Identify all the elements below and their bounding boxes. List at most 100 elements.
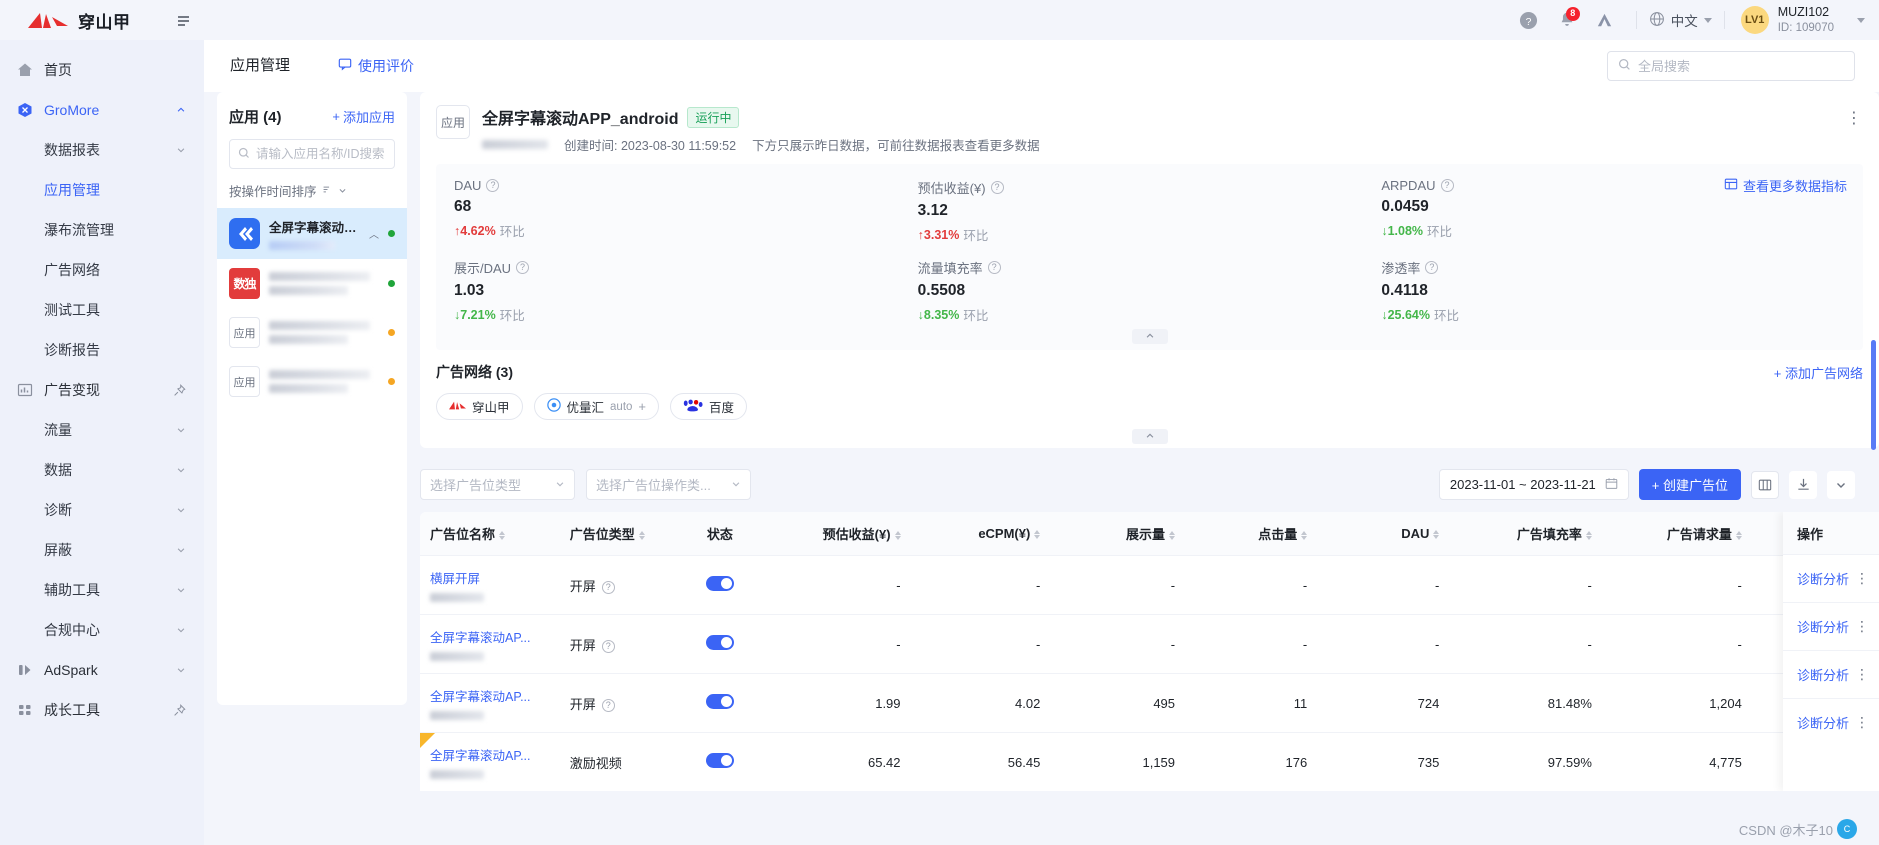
- help-circle-icon[interactable]: ?: [1425, 261, 1439, 274]
- brand-logo[interactable]: 穿山甲: [0, 8, 131, 33]
- table-row[interactable]: 全屏字幕滚动AP... 开屏? - - - - - - -: [420, 614, 1879, 674]
- create-ad-slot-button[interactable]: + 创建广告位: [1638, 469, 1741, 500]
- sidebar-item-14[interactable]: 合规中心: [0, 610, 204, 650]
- column-header[interactable]: 广告填充率: [1449, 512, 1602, 556]
- status-toggle[interactable]: [705, 576, 734, 591]
- sidebar-item-12[interactable]: 屏蔽: [0, 530, 204, 570]
- sidebar-item-0[interactable]: 首页: [0, 50, 204, 90]
- download-icon[interactable]: [1789, 470, 1817, 499]
- bell-icon[interactable]: 8: [1548, 0, 1586, 40]
- ad-network-chip[interactable]: 优量汇 auto +: [533, 393, 660, 420]
- network-collapse-toggle[interactable]: [436, 428, 1863, 448]
- columns-settings-icon[interactable]: [1751, 470, 1779, 499]
- slot-type-select[interactable]: 选择广告位类型: [420, 469, 575, 500]
- app-search-box[interactable]: [229, 139, 395, 169]
- tab-usage-review[interactable]: 使用评价: [328, 40, 424, 92]
- sidebar-item-2[interactable]: 数据报表: [0, 130, 204, 170]
- app-list-item[interactable]: 数独: [217, 259, 407, 308]
- column-header[interactable]: 展示量: [1050, 512, 1186, 556]
- column-header[interactable]: eCPM(¥): [910, 512, 1051, 556]
- column-header[interactable]: 广告位名称: [420, 512, 560, 556]
- global-search[interactable]: [1607, 51, 1855, 81]
- column-header[interactable]: 预估收益(¥): [768, 512, 911, 556]
- sidebar-item-5[interactable]: 广告网络: [0, 250, 204, 290]
- sort-toggle-icon[interactable]: [1433, 530, 1440, 540]
- app-search-input[interactable]: [256, 147, 386, 161]
- more-vertical-icon[interactable]: ⋮: [1855, 666, 1870, 683]
- slot-operation-select[interactable]: 选择广告位操作类...: [586, 469, 751, 500]
- sidebar-item-3[interactable]: 应用管理: [0, 170, 204, 210]
- adspark-triangle-icon[interactable]: [1586, 0, 1624, 40]
- add-app-button[interactable]: + 添加应用: [332, 107, 395, 126]
- sidebar-item-15[interactable]: AdSpark: [0, 650, 204, 690]
- column-header[interactable]: 点击量: [1185, 512, 1318, 556]
- sort-toggle-icon[interactable]: [1735, 531, 1742, 541]
- diagnose-link[interactable]: 诊断分析: [1797, 713, 1849, 732]
- ad-network-chip[interactable]: 穿山甲: [436, 393, 523, 420]
- chevron-down-icon[interactable]: [1827, 470, 1855, 499]
- help-circle-icon[interactable]: ?: [601, 698, 615, 712]
- plus-icon[interactable]: +: [638, 399, 646, 414]
- pin-icon[interactable]: [173, 703, 186, 717]
- tab-app-management[interactable]: 应用管理: [220, 40, 300, 92]
- sidebar-item-4[interactable]: 瀑布流管理: [0, 210, 204, 250]
- user-menu[interactable]: LV1 MUZI102 ID: 109070: [1737, 5, 1865, 35]
- sidebar-item-6[interactable]: 测试工具: [0, 290, 204, 330]
- help-circle-icon[interactable]: ?: [990, 181, 1004, 194]
- column-header[interactable]: DAU: [1317, 512, 1450, 556]
- slot-name-link[interactable]: 全屏字幕滚动AP...: [430, 745, 550, 764]
- ad-network-chip[interactable]: 百度: [670, 393, 748, 420]
- column-header[interactable]: 广告位类型: [559, 512, 672, 556]
- more-vertical-icon[interactable]: ⋮: [1855, 714, 1870, 731]
- app-sort-control[interactable]: 按操作时间排序: [217, 181, 407, 200]
- sort-toggle-icon[interactable]: [499, 531, 506, 541]
- sort-toggle-icon[interactable]: [1585, 531, 1592, 541]
- vertical-scrollbar[interactable]: [1871, 340, 1876, 450]
- slot-name-link[interactable]: 横屏开屏: [430, 568, 550, 587]
- sort-toggle-icon[interactable]: [1034, 530, 1041, 540]
- chevron-up-icon[interactable]: ︿: [369, 226, 379, 241]
- status-toggle[interactable]: [705, 635, 734, 650]
- more-vertical-icon[interactable]: ⋮: [1846, 108, 1863, 128]
- more-vertical-icon[interactable]: ⋮: [1855, 618, 1870, 635]
- help-circle-icon[interactable]: ?: [601, 580, 615, 594]
- more-vertical-icon[interactable]: ⋮: [1855, 570, 1870, 587]
- sidebar-item-9[interactable]: 流量: [0, 410, 204, 450]
- more-metrics-button[interactable]: 查看更多数据指标: [1724, 176, 1847, 195]
- collapse-sidebar-icon[interactable]: [173, 9, 195, 31]
- sidebar-item-16[interactable]: 成长工具: [0, 690, 204, 730]
- status-toggle[interactable]: [705, 694, 734, 709]
- app-list-item[interactable]: 应用: [217, 357, 407, 406]
- metrics-collapse-toggle[interactable]: [470, 328, 1829, 344]
- help-circle-icon[interactable]: ?: [486, 179, 500, 192]
- help-circle-icon[interactable]: ?: [987, 261, 1001, 274]
- sort-toggle-icon[interactable]: [1301, 531, 1308, 541]
- diagnose-link[interactable]: 诊断分析: [1797, 665, 1849, 684]
- sort-toggle-icon[interactable]: [1169, 531, 1176, 541]
- pin-icon[interactable]: [173, 383, 186, 397]
- table-row[interactable]: 全屏字幕滚动AP... 激励视频 65.42 56.45 1,159 176 735 97.5…: [420, 732, 1879, 791]
- search-input[interactable]: [1638, 58, 1844, 74]
- app-list-item[interactable]: 全屏字幕滚动APP... ︿: [217, 208, 407, 259]
- table-row[interactable]: 横屏开屏 开屏? - - - - - - -: [420, 555, 1879, 615]
- sort-toggle-icon[interactable]: [638, 531, 645, 541]
- sort-toggle-icon[interactable]: [894, 531, 901, 541]
- add-ad-network-button[interactable]: + 添加广告网络: [1774, 363, 1863, 382]
- sidebar-item-11[interactable]: 诊断: [0, 490, 204, 530]
- status-toggle[interactable]: [705, 753, 734, 768]
- help-circle-icon[interactable]: ?: [1440, 179, 1454, 192]
- sidebar-item-7[interactable]: 诊断报告: [0, 330, 204, 370]
- slot-name-link[interactable]: 全屏字幕滚动AP...: [430, 627, 550, 646]
- column-header[interactable]: 广告请求量: [1601, 512, 1752, 556]
- sidebar-item-13[interactable]: 辅助工具: [0, 570, 204, 610]
- sidebar-item-10[interactable]: 数据: [0, 450, 204, 490]
- help-circle-icon[interactable]: ?: [601, 639, 615, 653]
- language-switcher[interactable]: 中文: [1649, 10, 1712, 30]
- slot-name-link[interactable]: 全屏字幕滚动AP...: [430, 686, 550, 705]
- sidebar-item-8[interactable]: 广告变现: [0, 370, 204, 410]
- help-circle-icon[interactable]: ?: [516, 261, 530, 274]
- table-row[interactable]: 全屏字幕滚动AP... 开屏? 1.99 4.02 495 11 724 81.48% 1,20…: [420, 673, 1879, 733]
- help-circle-icon[interactable]: ?: [1510, 0, 1548, 40]
- date-range-picker[interactable]: 2023-11-01 ~ 2023-11-21: [1438, 469, 1629, 500]
- diagnose-link[interactable]: 诊断分析: [1797, 617, 1849, 636]
